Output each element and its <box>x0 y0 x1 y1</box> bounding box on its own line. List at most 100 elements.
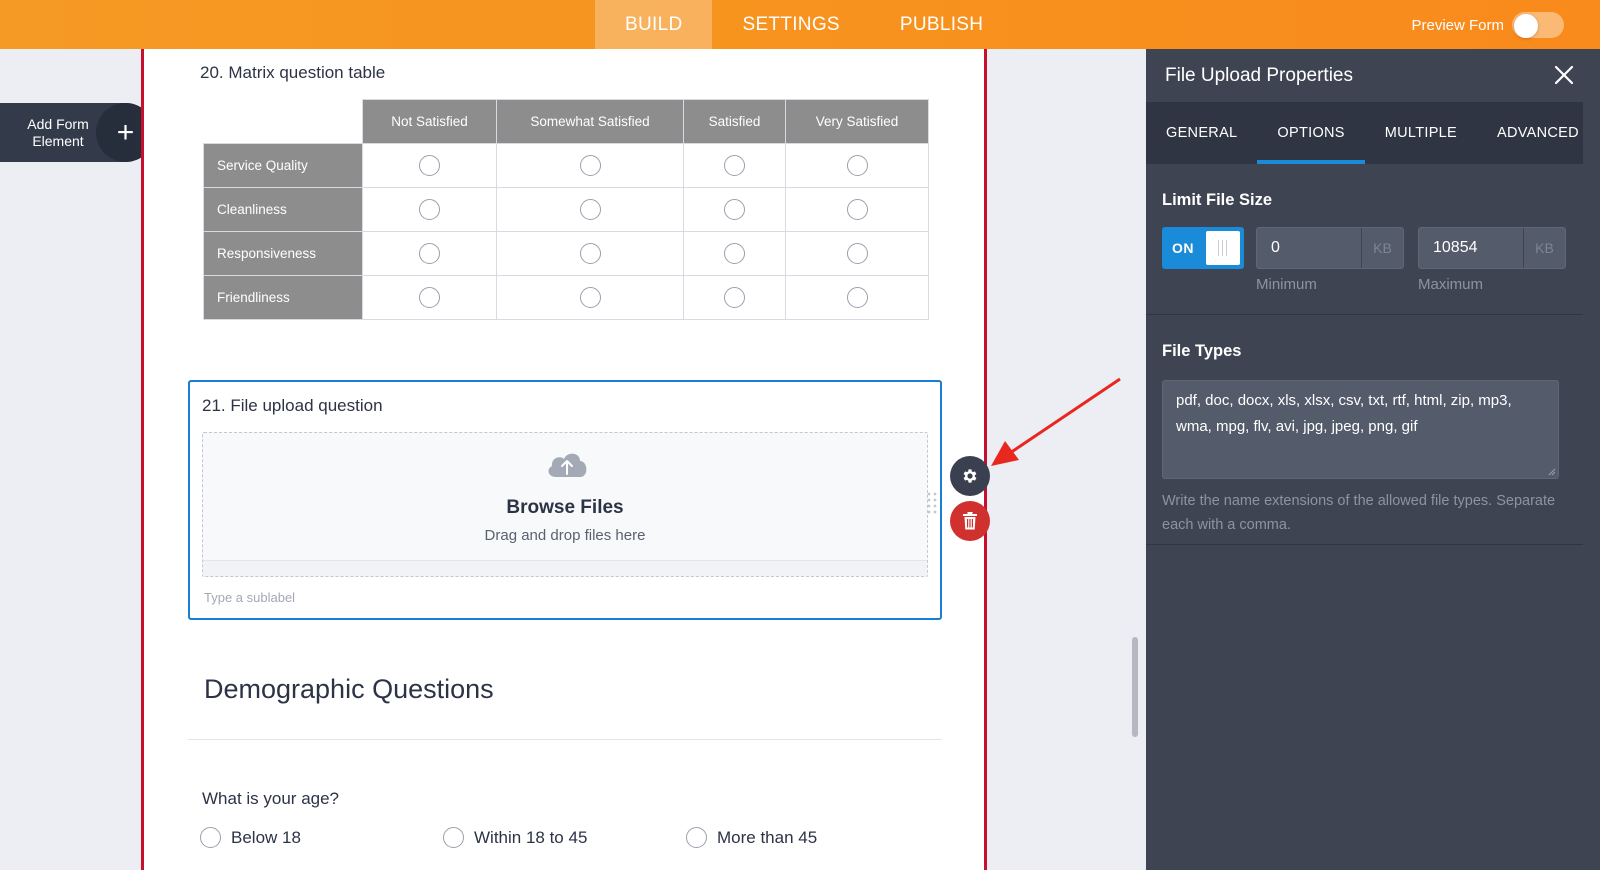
matrix-cell <box>362 187 497 232</box>
maximum-size-unit: KB <box>1523 228 1565 268</box>
matrix-header-row: Not Satisfied Somewhat Satisfied Satisfi… <box>204 99 929 144</box>
matrix-cell <box>496 187 684 232</box>
age-question-title[interactable]: What is your age? <box>202 789 339 809</box>
matrix-column-header: Very Satisfied <box>785 99 929 144</box>
matrix-radio[interactable] <box>419 199 440 220</box>
element-properties-button[interactable] <box>950 456 990 496</box>
preview-form-label: Preview Form <box>1411 16 1504 34</box>
maximum-size-input[interactable]: 10854 KB <box>1418 227 1566 269</box>
panel-tabs: GENERAL OPTIONS MULTIPLE ADVANCED <box>1146 102 1583 164</box>
drag-drop-hint: Drag and drop files here <box>484 527 646 544</box>
matrix-column-header: Not Satisfied <box>362 99 497 144</box>
sublabel-input[interactable]: Type a sublabel <box>204 590 295 605</box>
maximum-label: Maximum <box>1418 276 1484 293</box>
matrix-table: Not Satisfied Somewhat Satisfied Satisfi… <box>203 99 929 320</box>
age-option[interactable]: Within 18 to 45 <box>443 827 587 848</box>
matrix-cell <box>496 143 684 188</box>
file-dropzone[interactable]: Browse Files Drag and drop files here <box>202 432 928 577</box>
matrix-row: Responsiveness <box>203 231 929 276</box>
toggle-knob <box>1206 231 1240 265</box>
tab-options[interactable]: OPTIONS <box>1257 102 1365 164</box>
panel-divider <box>1146 314 1583 315</box>
matrix-cell <box>362 275 497 320</box>
tab-general[interactable]: GENERAL <box>1146 102 1257 164</box>
matrix-cell <box>785 143 929 188</box>
matrix-row: Friendliness <box>203 275 929 320</box>
preview-form: Preview Form <box>1411 12 1564 38</box>
main-nav: BUILD SETTINGS PUBLISH <box>595 0 1013 49</box>
nav-tab-build[interactable]: BUILD <box>595 0 713 49</box>
nav-tab-publish[interactable]: PUBLISH <box>870 0 1013 49</box>
matrix-row-label: Service Quality <box>203 143 363 188</box>
age-option-radio[interactable] <box>200 827 221 848</box>
matrix-cell <box>362 143 497 188</box>
matrix-cell <box>785 231 929 276</box>
minimum-label: Minimum <box>1256 276 1317 293</box>
toggle-state-text: ON <box>1172 240 1194 256</box>
annotation-arrow <box>991 377 1121 466</box>
section-heading[interactable]: Demographic Questions <box>204 674 494 705</box>
matrix-radio[interactable] <box>419 155 440 176</box>
minimum-size-value: 0 <box>1271 239 1280 256</box>
matrix-radio[interactable] <box>579 199 601 220</box>
matrix-radio[interactable] <box>846 199 868 220</box>
limit-file-size-label: Limit File Size <box>1162 191 1273 209</box>
panel-body: Limit File Size ON 0 KB Minimum 10854 KB… <box>1146 164 1583 870</box>
matrix-cell <box>683 187 786 232</box>
file-types-label: File Types <box>1162 342 1242 360</box>
matrix-cell <box>362 231 497 276</box>
preview-form-toggle[interactable] <box>1512 12 1564 38</box>
matrix-radio[interactable] <box>724 287 745 308</box>
matrix-radio[interactable] <box>579 243 601 264</box>
gear-icon <box>963 469 977 483</box>
matrix-radio[interactable] <box>419 243 440 264</box>
toggle-knob <box>1514 14 1538 38</box>
matrix-row-label: Cleanliness <box>203 187 363 232</box>
age-option-label: More than 45 <box>717 827 818 847</box>
minimum-size-unit: KB <box>1361 228 1403 268</box>
canvas-scrollbar[interactable] <box>1132 637 1138 737</box>
file-types-textarea[interactable]: pdf, doc, docx, xls, xlsx, csv, txt, rtf… <box>1162 380 1559 479</box>
matrix-radio[interactable] <box>846 287 868 308</box>
age-option-radio[interactable] <box>443 827 464 848</box>
matrix-radio[interactable] <box>419 287 440 308</box>
age-option[interactable]: Below 18 <box>200 827 301 848</box>
top-bar: BUILD SETTINGS PUBLISH Preview Form <box>0 0 1600 49</box>
matrix-radio[interactable] <box>579 155 601 176</box>
matrix-radio[interactable] <box>846 155 868 176</box>
matrix-cell <box>683 231 786 276</box>
age-option[interactable]: More than 45 <box>686 827 817 848</box>
matrix-column-header: Satisfied <box>683 99 786 144</box>
matrix-question-title[interactable]: 20. Matrix question table <box>200 63 385 83</box>
matrix-radio[interactable] <box>724 243 745 264</box>
matrix-row: Cleanliness <box>203 187 929 232</box>
tab-multiple[interactable]: MULTIPLE <box>1365 102 1477 164</box>
file-upload-question[interactable]: 21. File upload question Browse Files Dr… <box>188 380 942 620</box>
matrix-cell <box>683 275 786 320</box>
resize-handle-icon[interactable] <box>1548 468 1556 476</box>
add-form-element-button[interactable]: Add Form Element + <box>0 103 155 162</box>
drag-handle-icon[interactable] <box>926 491 938 515</box>
file-upload-question-title[interactable]: 21. File upload question <box>202 396 383 416</box>
age-option-radio[interactable] <box>686 827 707 848</box>
matrix-cell <box>785 187 929 232</box>
limit-file-size-toggle[interactable]: ON <box>1162 227 1244 269</box>
tab-advanced[interactable]: ADVANCED <box>1477 102 1599 164</box>
dropzone-footer <box>203 560 927 576</box>
matrix-cell <box>496 275 684 320</box>
delete-element-button[interactable] <box>950 501 990 541</box>
file-types-value: pdf, doc, docx, xls, xlsx, csv, txt, rtf… <box>1176 392 1512 435</box>
matrix-radio[interactable] <box>579 287 601 308</box>
matrix-radio[interactable] <box>846 243 868 264</box>
matrix-cell <box>496 231 684 276</box>
cloud-upload-icon <box>548 453 587 477</box>
nav-tab-settings[interactable]: SETTINGS <box>712 0 869 49</box>
matrix-radio[interactable] <box>724 155 745 176</box>
matrix-radio[interactable] <box>724 199 745 220</box>
minimum-size-input[interactable]: 0 KB <box>1256 227 1404 269</box>
panel-divider <box>1146 544 1583 545</box>
browse-files-label[interactable]: Browse Files <box>203 497 927 519</box>
matrix-cell <box>683 143 786 188</box>
age-option-label: Below 18 <box>231 827 301 847</box>
close-icon[interactable] <box>1552 63 1576 87</box>
